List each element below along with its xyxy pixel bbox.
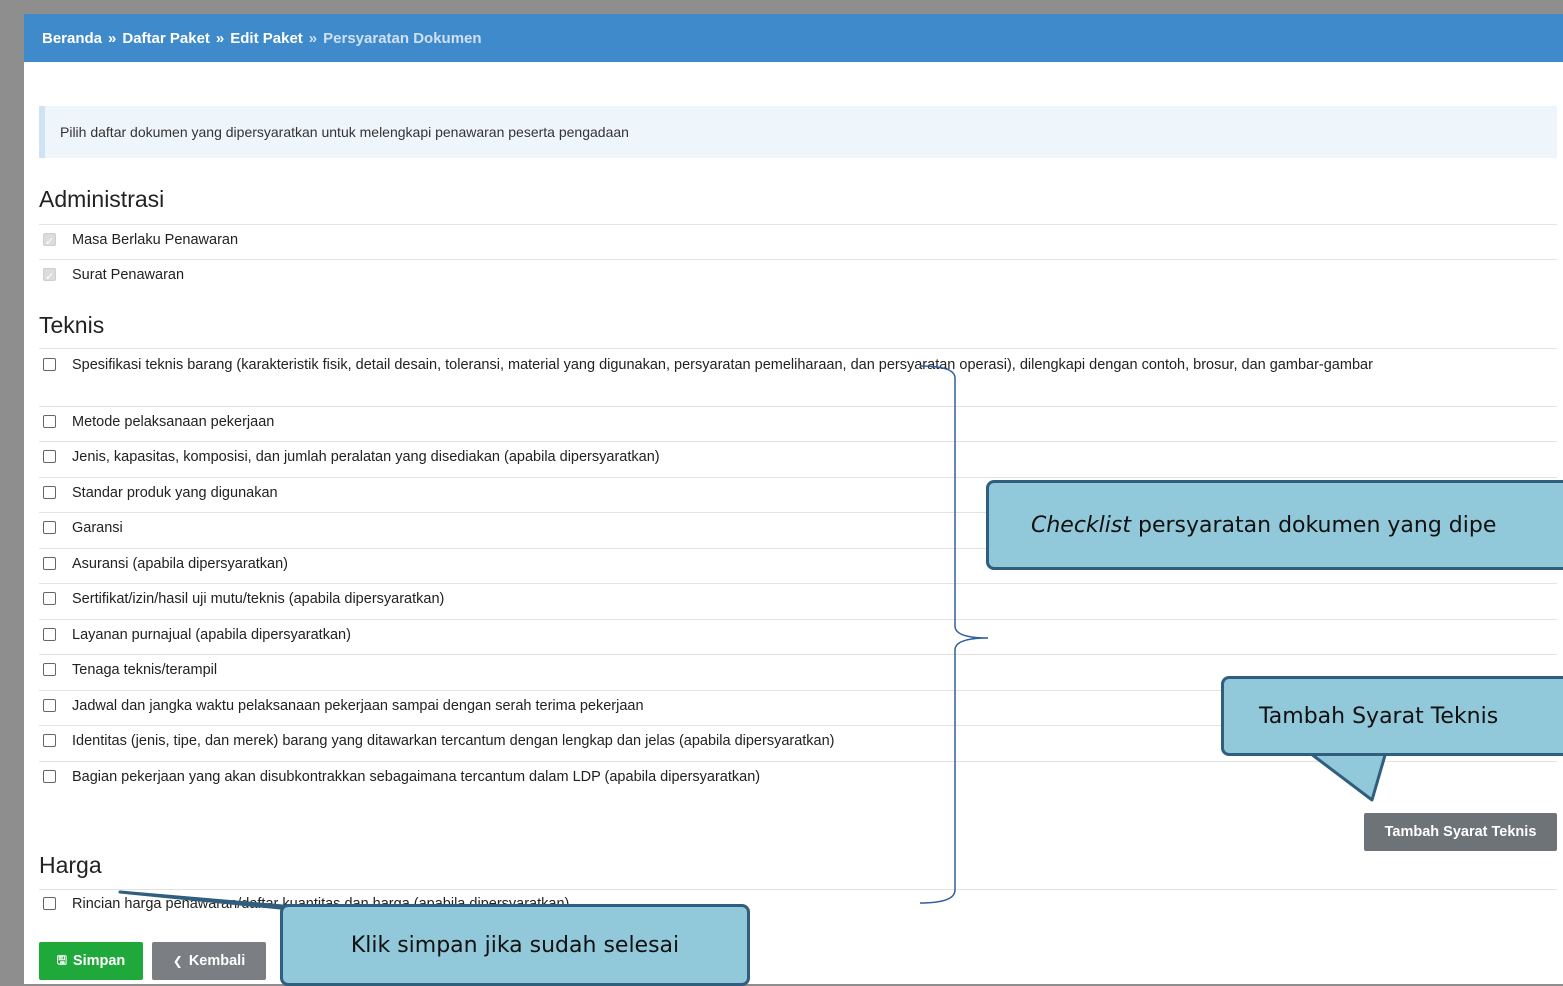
callout-text: Klik simpan jika sudah selesai [350, 932, 680, 958]
divider [39, 224, 1557, 225]
checkbox-label: Jenis, kapasitas, komposisi, dan jumlah … [72, 449, 660, 465]
checkbox[interactable] [43, 415, 56, 428]
callout-tambah: Tambah Syarat Teknis [1221, 676, 1563, 756]
divider [39, 441, 1557, 442]
divider [39, 889, 1557, 890]
simpan-button[interactable]: 🖫 Simpan [39, 942, 143, 980]
checkbox-label: Surat Penawaran [72, 267, 185, 283]
checkbox[interactable] [43, 592, 56, 605]
checkbox-label: Layanan purnajual (apabila dipersyaratka… [72, 627, 351, 643]
breadcrumb-separator: » [215, 29, 225, 47]
checkbox[interactable] [43, 557, 56, 570]
info-alert: Pilih daftar dokumen yang dipersyaratkan… [39, 106, 1557, 158]
breadcrumb-edit-paket[interactable]: Edit Paket [230, 30, 303, 47]
divider [39, 619, 1557, 620]
callout-text-emphasis: Checklist [1031, 512, 1131, 538]
checkbox-item-harga[interactable]: Rincian harga penawaran/daftar kuantitas… [43, 894, 1532, 915]
divider [39, 583, 1557, 584]
divider [39, 654, 1557, 655]
kembali-button[interactable]: ❮ Kembali [152, 942, 266, 980]
button-label: Tambah Syarat Teknis [1384, 824, 1537, 840]
button-label: Simpan [72, 953, 126, 969]
divider [39, 348, 1557, 349]
arrow-circle-left-icon: ❮ [172, 954, 183, 968]
floppy-disk-icon: 🖫 [56, 952, 67, 967]
checkbox[interactable] [43, 770, 56, 783]
callout-text: Tambah Syarat Teknis [1259, 703, 1499, 729]
callout-checklist: Checklist persyaratan dokumen yang dipe [986, 480, 1563, 570]
checkbox-label: Spesifikasi teknis barang (karakteristik… [72, 357, 1373, 373]
breadcrumb-daftar-paket[interactable]: Daftar Paket [122, 30, 210, 47]
checkbox-item-teknis[interactable]: Jenis, kapasitas, komposisi, dan jumlah … [43, 447, 1532, 468]
section-title-administrasi: Administrasi [39, 186, 165, 212]
checkbox[interactable] [43, 521, 56, 534]
checkbox-item-teknis[interactable]: Sertifikat/izin/hasil uji mutu/teknis (a… [43, 589, 1532, 610]
breadcrumb: Beranda » Daftar Paket » Edit Paket » Pe… [24, 14, 1563, 62]
checkbox-disabled-checked [43, 266, 56, 287]
callout-text: persyaratan dokumen yang dipe [1131, 512, 1497, 538]
callout-simpan: Klik simpan jika sudah selesai [280, 904, 750, 986]
divider [39, 761, 1557, 762]
divider [39, 259, 1557, 260]
checkbox-label: Masa Berlaku Penawaran [72, 232, 239, 248]
tambah-syarat-teknis-button[interactable]: Tambah Syarat Teknis [1364, 813, 1557, 851]
checkbox[interactable] [43, 699, 56, 712]
divider [39, 406, 1557, 407]
checkbox[interactable] [43, 450, 56, 463]
breadcrumb-separator: » [108, 29, 117, 47]
checkbox[interactable] [43, 663, 56, 676]
breadcrumb-current: Persyaratan Dokumen [323, 29, 482, 47]
checkbox-item-teknis[interactable]: Layanan purnajual (apabila dipersyaratka… [43, 625, 1532, 646]
checkbox-label: Sertifikat/izin/hasil uji mutu/teknis (a… [72, 591, 445, 607]
checkbox-label: Metode pelaksanaan pekerjaan [72, 414, 275, 430]
checkbox[interactable] [43, 486, 56, 499]
breadcrumb-beranda[interactable]: Beranda [42, 30, 102, 47]
section-title-harga: Harga [39, 852, 102, 878]
checkbox[interactable] [43, 628, 56, 641]
checkbox[interactable] [43, 734, 56, 747]
section-title-teknis: Teknis [39, 312, 105, 338]
breadcrumb-separator: » [308, 29, 318, 47]
checkbox-item-teknis[interactable]: Metode pelaksanaan pekerjaan [43, 412, 1532, 433]
checkbox-item-admin: Surat Penawaran [43, 265, 1532, 287]
divider [39, 477, 1557, 478]
info-text: Pilih daftar dokumen yang dipersyaratkan… [60, 124, 629, 140]
checkbox-item-teknis[interactable]: Bagian pekerjaan yang akan disubkontrakk… [43, 767, 1532, 788]
checkbox-item-admin: Masa Berlaku Penawaran [43, 230, 1532, 252]
checkbox-item-teknis[interactable]: Spesifikasi teknis barang (karakteristik… [43, 355, 1532, 376]
checkbox-label: Bagian pekerjaan yang akan disubkontrakk… [72, 769, 761, 785]
checkbox-disabled-checked [43, 231, 56, 252]
checkbox[interactable] [43, 897, 56, 910]
button-label: Kembali [188, 953, 246, 969]
checkbox[interactable] [43, 358, 56, 371]
